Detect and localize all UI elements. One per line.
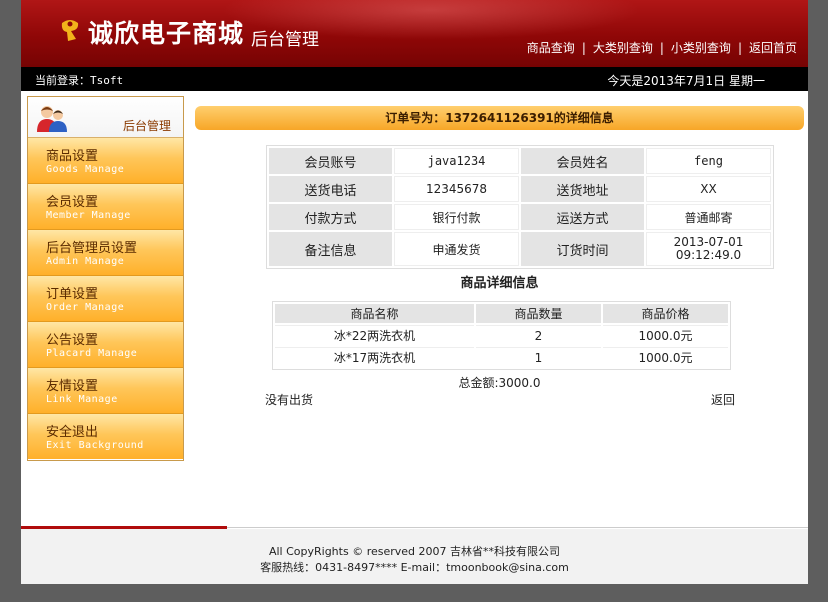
sidebar-item-sublabel: Placard Manage [46, 348, 138, 359]
sidebar-item-link[interactable]: 友情设置 Link Manage [28, 368, 183, 414]
table-row: 冰*22两洗衣机 2 1000.0元 [275, 325, 728, 345]
sidebar-item-admin[interactable]: 后台管理员设置 Admin Manage [28, 230, 183, 276]
footer: All CopyRights © reserved 2007 吉林省**科技有限… [21, 529, 808, 584]
sidebar-item-sublabel: Link Manage [46, 394, 118, 405]
column-header: 商品名称 [275, 304, 474, 323]
sidebar-item-label: 商品设置 [46, 149, 99, 164]
sidebar-item-order[interactable]: 订单设置 Order Manage [28, 276, 183, 322]
current-date: 今天是2013年7月1日 星期一 [607, 74, 765, 88]
shipping-status: 没有出货 [265, 393, 314, 407]
top-nav: 商品查询 | 大类别查询 | 小类别查询 | 返回首页 [527, 39, 797, 56]
member-name-value: feng [646, 148, 771, 174]
goods-table: 商品名称 商品数量 商品价格 冰*22两洗衣机 2 1000.0元 冰*17两洗… [272, 301, 731, 370]
sidebar-header: 后台管理 [28, 97, 183, 138]
order-time-value: 2013-07-01 09:12:49.0 [646, 232, 771, 266]
table-row: 送货电话 12345678 送货地址 XX [269, 176, 771, 202]
table-row: 冰*17两洗衣机 1 1000.0元 [275, 347, 728, 367]
member-account-value: java1234 [394, 148, 519, 174]
header: 诚欣电子商城 后台管理 商品查询 | 大类别查询 | 小类别查询 | 返回首页 [21, 0, 808, 67]
phone-value: 12345678 [394, 176, 519, 202]
sidebar-item-sublabel: Goods Manage [46, 164, 125, 175]
logo-text: 诚欣电子商城 [88, 19, 245, 48]
field-label: 备注信息 [269, 232, 392, 266]
sidebar-item-label: 公告设置 [46, 333, 99, 348]
field-label: 送货电话 [269, 176, 392, 202]
order-clock: 09:12:49.0 [675, 248, 742, 262]
goods-quantity-cell: 2 [476, 325, 601, 345]
sidebar-item-member[interactable]: 会员设置 Member Manage [28, 184, 183, 230]
shipping-method-value: 普通邮寄 [646, 204, 771, 230]
sidebar: 后台管理 商品设置 Goods Manage 会员设置 Member Manag… [27, 96, 184, 461]
column-header: 商品价格 [603, 304, 728, 323]
order-title-bar: 订单号为：1372641126391的详细信息 [195, 106, 804, 130]
goods-price-cell: 1000.0元 [603, 347, 728, 367]
nav-minor-category-query[interactable]: 小类别查询 [671, 39, 731, 56]
field-label: 订货时间 [521, 232, 644, 266]
sidebar-title: 后台管理 [122, 119, 171, 133]
copyright-text: All CopyRights © reserved 2007 吉林省**科技有限… [268, 545, 561, 558]
footer-divider [227, 527, 808, 528]
nav-goods-query[interactable]: 商品查询 [527, 39, 575, 56]
order-date: 2013-07-01 [673, 235, 744, 249]
nav-separator: | [581, 40, 586, 55]
nav-separator: | [659, 40, 664, 55]
nav-major-category-query[interactable]: 大类别查询 [593, 39, 653, 56]
goods-section-title: 商品详细信息 [460, 276, 539, 291]
field-label: 会员姓名 [521, 148, 644, 174]
sidebar-item-sublabel: Member Manage [46, 210, 131, 221]
table-row: 备注信息 申通发货 订货时间 2013-07-01 09:12:49.0 [269, 232, 771, 266]
sidebar-item-sublabel: Admin Manage [46, 256, 125, 267]
nav-separator: | [737, 40, 742, 55]
sidebar-item-label: 会员设置 [46, 195, 99, 210]
sidebar-item-exit[interactable]: 安全退出 Exit Background [28, 414, 183, 459]
status-bar: 当前登录：Tsoft 今天是2013年7月1日 星期一 [21, 67, 808, 91]
sidebar-item-goods[interactable]: 商品设置 Goods Manage [28, 138, 183, 184]
contact-text: 客服热线：0431-8497**** E-mail：tmoonbook@sina… [260, 561, 569, 574]
sidebar-item-placard[interactable]: 公告设置 Placard Manage [28, 322, 183, 368]
page: 诚欣电子商城 后台管理 商品查询 | 大类别查询 | 小类别查询 | 返回首页 … [21, 0, 808, 584]
total-amount: 总金额:3000.0 [458, 376, 541, 390]
table-row: 付款方式 银行付款 运送方式 普通邮寄 [269, 204, 771, 230]
logo-icon [61, 20, 79, 41]
goods-quantity-cell: 1 [476, 347, 601, 367]
remark-value: 申通发货 [394, 232, 519, 266]
goods-name-cell: 冰*17两洗衣机 [275, 347, 474, 367]
nav-return-home[interactable]: 返回首页 [749, 39, 797, 56]
sidebar-item-sublabel: Exit Background [46, 440, 144, 451]
table-row: 会员账号 java1234 会员姓名 feng [269, 148, 771, 174]
current-login: 当前登录：Tsoft [35, 74, 124, 87]
goods-price-cell: 1000.0元 [603, 325, 728, 345]
sidebar-item-label: 后台管理员设置 [46, 241, 138, 256]
column-header: 商品数量 [476, 304, 601, 323]
sidebar-item-label: 友情设置 [46, 379, 99, 394]
back-link[interactable]: 返回 [711, 391, 735, 408]
sidebar-item-label: 订单设置 [46, 287, 99, 302]
sidebar-item-label: 安全退出 [46, 425, 99, 440]
address-value: XX [646, 176, 771, 202]
field-label: 付款方式 [269, 204, 392, 230]
logo-subtitle: 后台管理 [251, 30, 319, 50]
field-label: 运送方式 [521, 204, 644, 230]
order-info-table: 会员账号 java1234 会员姓名 feng 送货电话 12345678 送货… [266, 145, 774, 269]
payment-value: 银行付款 [394, 204, 519, 230]
sidebar-item-sublabel: Order Manage [46, 302, 125, 313]
admin-users-icon [37, 106, 67, 132]
goods-name-cell: 冰*22两洗衣机 [275, 325, 474, 345]
field-label: 会员账号 [269, 148, 392, 174]
field-label: 送货地址 [521, 176, 644, 202]
table-header-row: 商品名称 商品数量 商品价格 [275, 304, 728, 323]
